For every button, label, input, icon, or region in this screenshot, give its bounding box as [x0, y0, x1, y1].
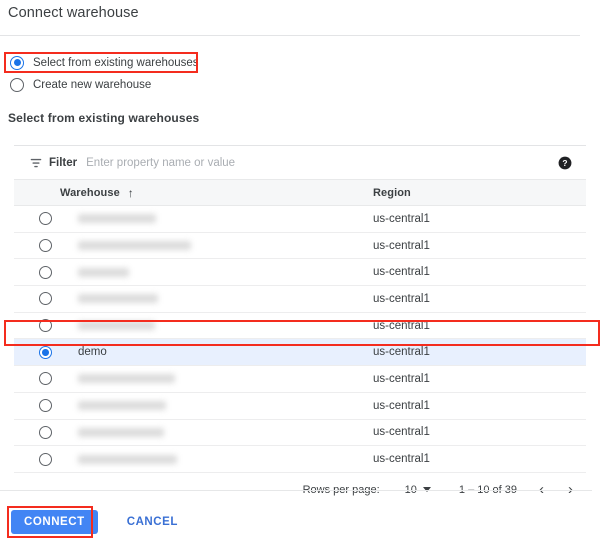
table-row[interactable]: us-central1	[14, 420, 586, 447]
region-label: us-central1	[373, 293, 430, 305]
table-row[interactable]: demo us-central1	[14, 339, 586, 366]
warehouse-name-cell	[60, 455, 373, 464]
warehouse-table-card: Filter ? Warehouse ↑ Region us-central1u…	[14, 145, 586, 507]
warehouse-name-cell	[60, 214, 373, 223]
footer-divider	[0, 490, 592, 491]
table-row[interactable]: us-central1	[14, 233, 586, 260]
redacted-warehouse-name	[78, 321, 155, 330]
table-row[interactable]: us-central1	[14, 393, 586, 420]
region-cell: us-central1	[373, 240, 586, 252]
warehouse-name-cell: demo	[60, 346, 373, 358]
table-row[interactable]: us-central1	[14, 313, 586, 340]
row-select-cell[interactable]	[14, 239, 60, 252]
table-row[interactable]: us-central1	[14, 446, 586, 473]
dialog-actions: CONNECT CANCEL	[11, 510, 188, 534]
table-row[interactable]: us-central1	[14, 366, 586, 393]
connect-button[interactable]: CONNECT	[11, 510, 98, 534]
region-cell: us-central1	[373, 320, 586, 332]
region-cell: us-central1	[373, 266, 586, 278]
page-title: Connect warehouse	[8, 5, 139, 21]
row-select-cell[interactable]	[14, 266, 60, 279]
row-select-cell[interactable]	[14, 453, 60, 466]
table-row[interactable]: us-central1	[14, 286, 586, 313]
region-cell: us-central1	[373, 373, 586, 385]
radio-unselected-icon[interactable]	[39, 212, 52, 225]
row-select-cell[interactable]	[14, 292, 60, 305]
radio-option-create-new[interactable]: Create new warehouse	[10, 75, 199, 94]
redacted-warehouse-name	[78, 455, 177, 464]
svg-text:?: ?	[562, 158, 567, 168]
warehouse-name-label: demo	[60, 346, 107, 358]
arrow-up-icon[interactable]: ↑	[128, 187, 134, 199]
radio-unselected-icon[interactable]	[39, 453, 52, 466]
table-body: us-central1 us-central1 us-central1 us-cent…	[14, 206, 586, 473]
column-header-label: Region	[373, 187, 411, 199]
radio-unselected-icon[interactable]	[39, 266, 52, 279]
column-header-label: Warehouse	[60, 187, 120, 199]
redacted-warehouse-name	[78, 241, 191, 250]
table-row[interactable]: us-central1	[14, 259, 586, 286]
row-select-cell[interactable]	[14, 426, 60, 439]
region-cell: us-central1	[373, 426, 586, 438]
radio-unselected-icon[interactable]	[39, 426, 52, 439]
redacted-warehouse-name	[78, 428, 164, 437]
redacted-warehouse-name	[78, 294, 158, 303]
warehouse-name-cell	[60, 241, 373, 250]
title-divider	[0, 35, 580, 36]
redacted-warehouse-name	[78, 374, 175, 383]
warehouse-name-cell	[60, 294, 373, 303]
filter-label: Filter	[49, 157, 77, 169]
region-cell: us-central1	[373, 400, 586, 412]
section-heading: Select from existing warehouses	[8, 111, 199, 125]
radio-unselected-icon[interactable]	[39, 372, 52, 385]
warehouse-name-cell	[60, 321, 373, 330]
column-header-warehouse[interactable]: Warehouse ↑	[60, 187, 373, 199]
row-select-cell[interactable]	[14, 212, 60, 225]
table-header-row: Warehouse ↑ Region	[14, 179, 586, 206]
row-select-cell[interactable]	[14, 319, 60, 332]
help-icon[interactable]: ?	[558, 156, 572, 170]
row-select-cell[interactable]	[14, 346, 60, 359]
radio-unselected-icon[interactable]	[39, 399, 52, 412]
radio-unselected-icon[interactable]	[39, 292, 52, 305]
column-header-region[interactable]: Region	[373, 187, 586, 199]
region-label: us-central1	[373, 373, 430, 385]
radio-unselected-icon[interactable]	[39, 239, 52, 252]
warehouse-name-cell	[60, 268, 373, 277]
region-label: us-central1	[373, 346, 430, 358]
region-label: us-central1	[373, 426, 430, 438]
radio-selected-icon[interactable]	[10, 56, 24, 70]
row-select-cell[interactable]	[14, 372, 60, 385]
region-cell: us-central1	[373, 293, 586, 305]
region-cell: us-central1	[373, 213, 586, 225]
region-label: us-central1	[373, 453, 430, 465]
redacted-warehouse-name	[78, 401, 166, 410]
radio-option-label: Create new warehouse	[33, 79, 151, 91]
radio-option-select-existing[interactable]: Select from existing warehouses	[10, 53, 199, 72]
region-label: us-central1	[373, 213, 430, 225]
warehouse-name-cell	[60, 374, 373, 383]
warehouse-name-cell	[60, 428, 373, 437]
radio-selected-icon[interactable]	[39, 346, 52, 359]
region-label: us-central1	[373, 320, 430, 332]
radio-option-label: Select from existing warehouses	[33, 57, 199, 69]
redacted-warehouse-name	[78, 214, 156, 223]
table-row[interactable]: us-central1	[14, 206, 586, 233]
filter-icon[interactable]	[29, 156, 43, 170]
cancel-button[interactable]: CANCEL	[117, 510, 188, 534]
warehouse-source-radio-group: Select from existing warehouses Create n…	[10, 53, 199, 97]
radio-unselected-icon[interactable]	[10, 78, 24, 92]
region-label: us-central1	[373, 400, 430, 412]
region-label: us-central1	[373, 266, 430, 278]
region-label: us-central1	[373, 240, 430, 252]
radio-unselected-icon[interactable]	[39, 319, 52, 332]
warehouse-name-cell	[60, 401, 373, 410]
redacted-warehouse-name	[78, 268, 129, 277]
filter-bar[interactable]: Filter ?	[14, 145, 586, 179]
row-select-cell[interactable]	[14, 399, 60, 412]
filter-input[interactable]	[86, 157, 416, 169]
region-cell: us-central1	[373, 453, 586, 465]
region-cell: us-central1	[373, 346, 586, 358]
